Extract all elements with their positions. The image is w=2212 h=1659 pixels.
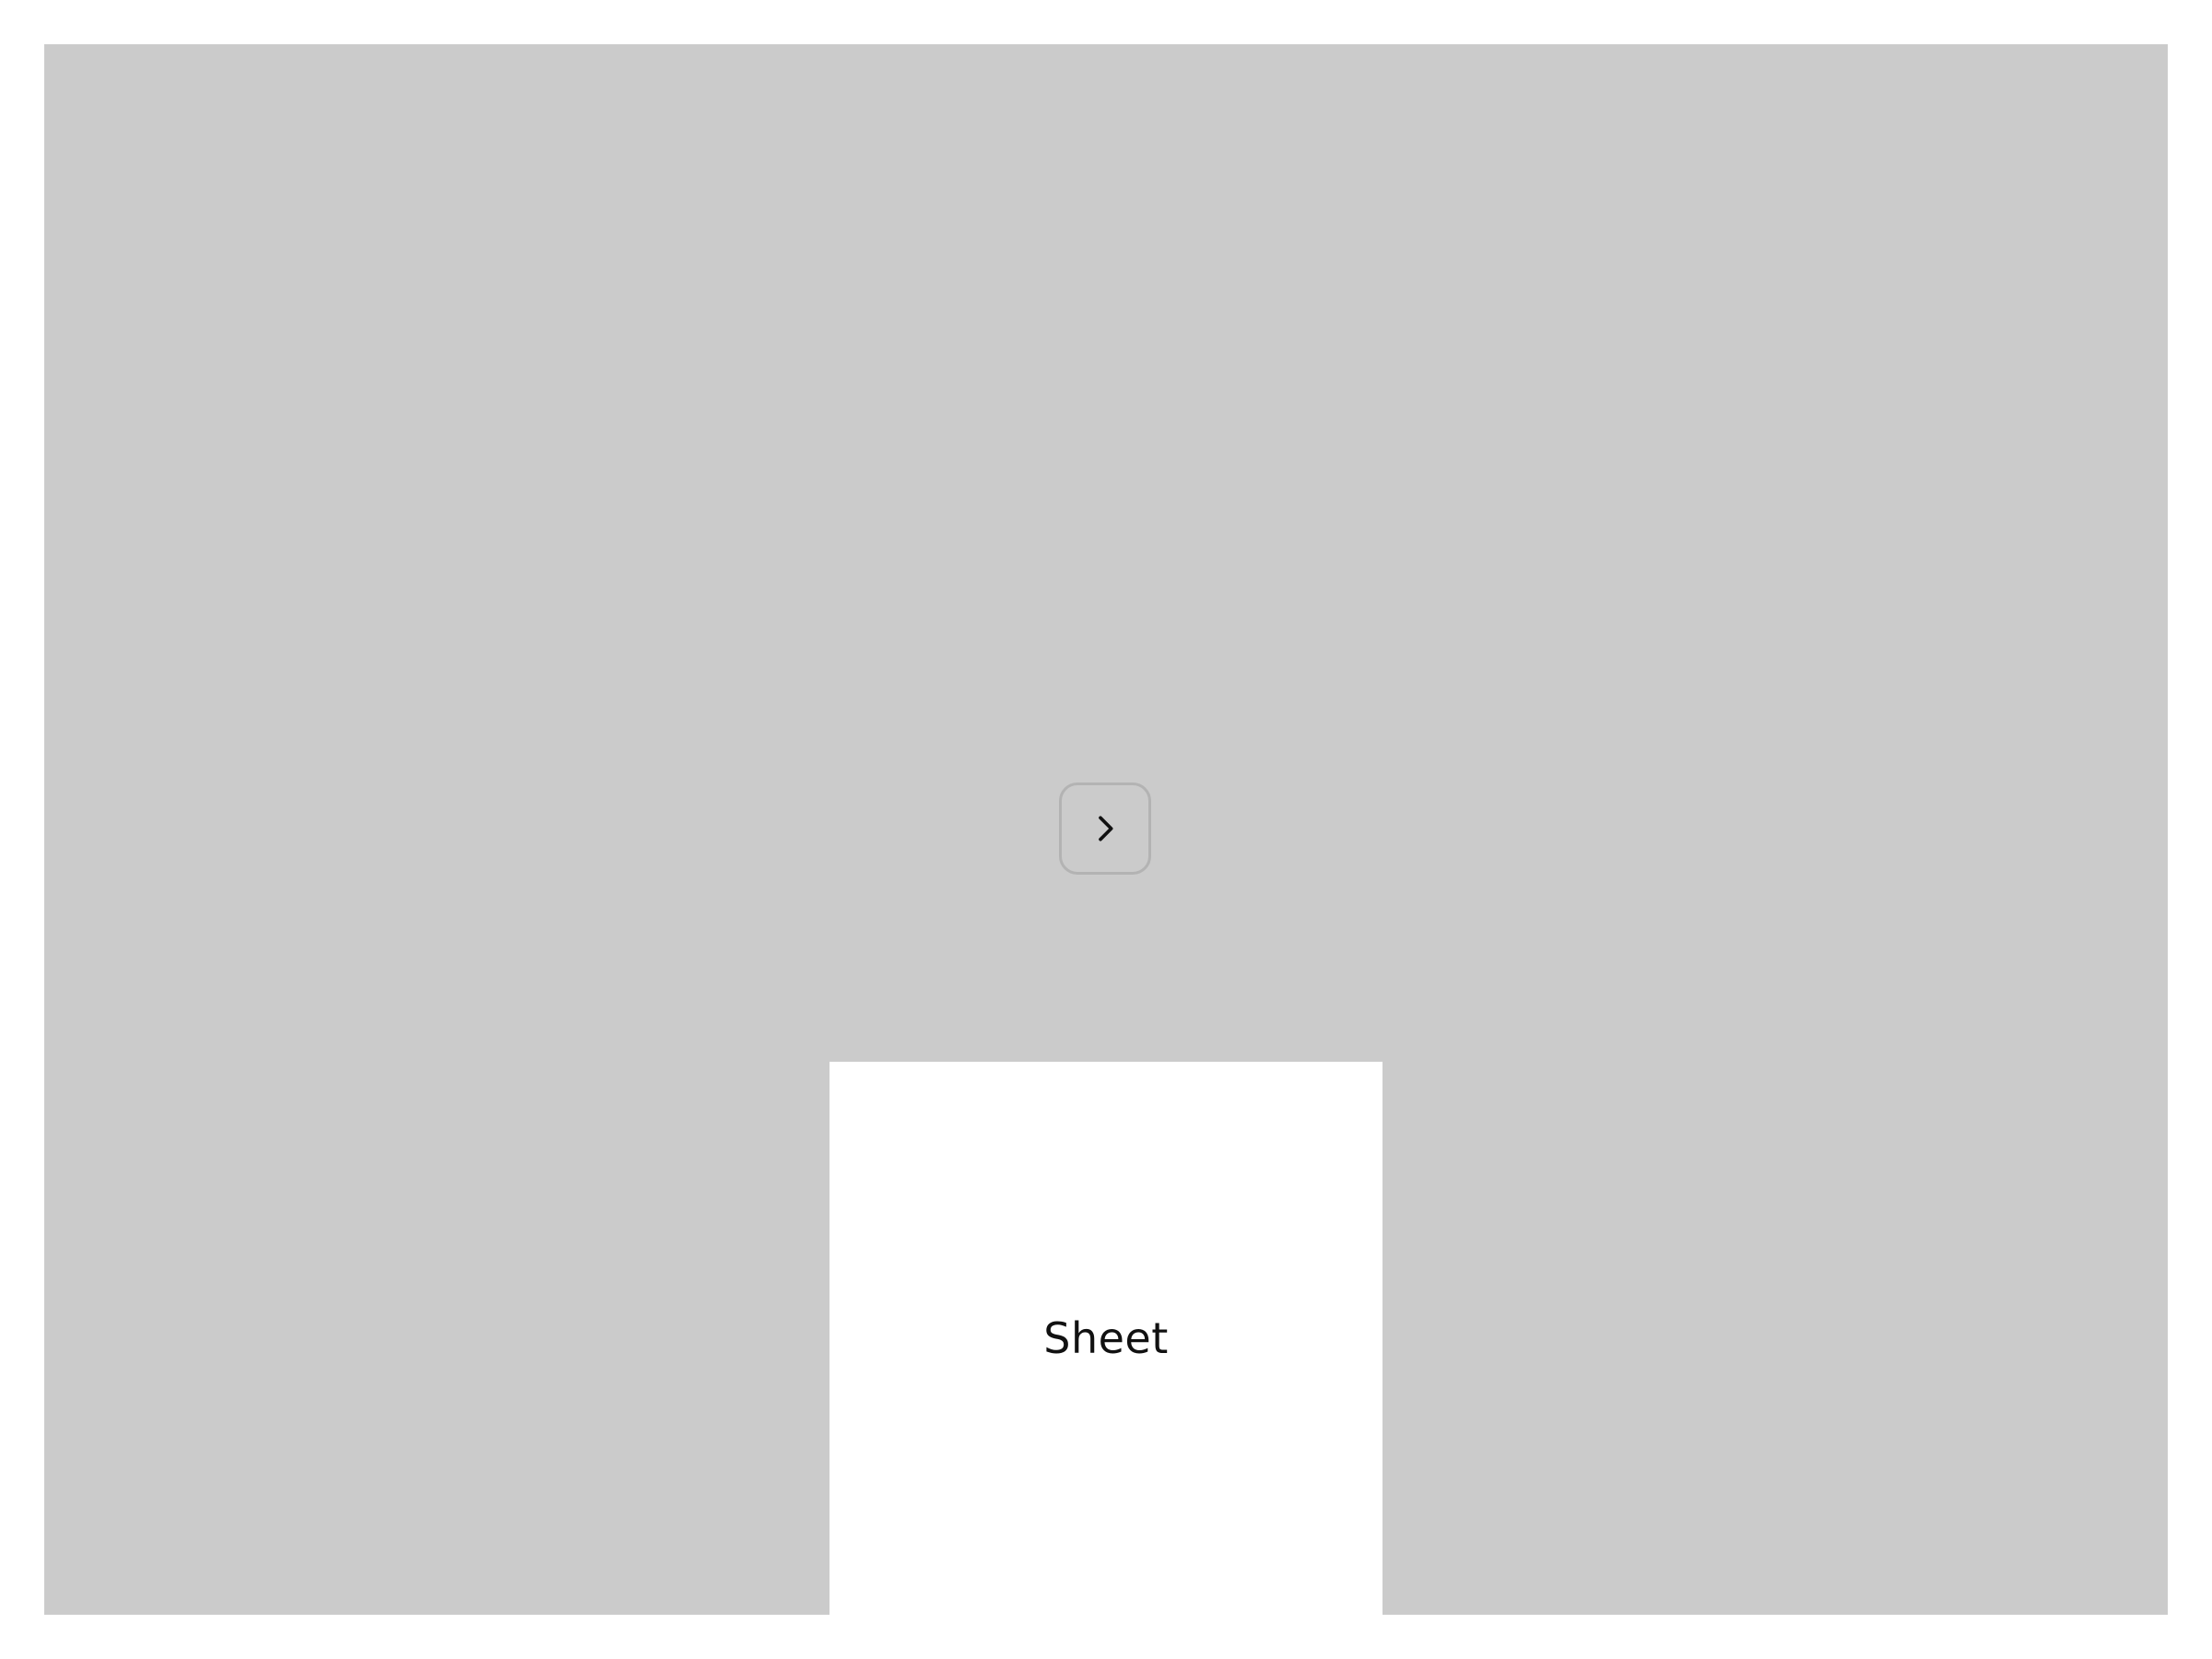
sheet-panel: Sheet: [830, 1062, 1382, 1615]
sheet-title: Sheet: [1043, 1313, 1169, 1363]
backdrop-overlay[interactable]: Sheet: [44, 44, 2168, 1615]
chevron-right-icon: [1087, 810, 1124, 847]
open-sheet-button[interactable]: [1059, 782, 1151, 875]
